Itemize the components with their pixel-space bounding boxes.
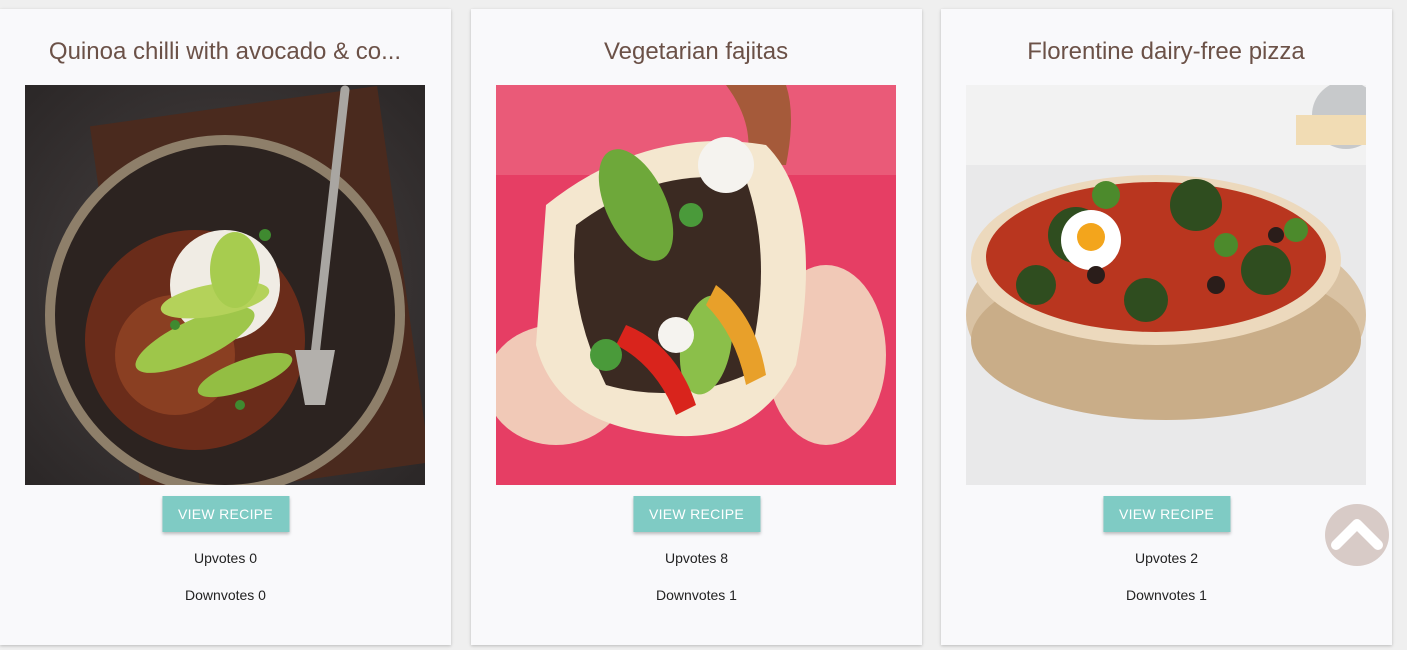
recipe-card: Quinoa chilli with avocado & co... VIEW …	[0, 9, 451, 645]
view-recipe-button[interactable]: VIEW RECIPE	[1102, 496, 1231, 532]
upvotes-count: Upvotes 8	[664, 550, 729, 566]
recipe-grid: Quinoa chilli with avocado & co... VIEW …	[0, 0, 1407, 650]
recipe-title: Vegetarian fajitas	[603, 38, 789, 65]
downvotes-count: Downvotes 1	[656, 587, 737, 603]
downvotes-count: Downvotes 1	[1126, 587, 1207, 603]
downvotes-count: Downvotes 0	[185, 587, 266, 603]
upvotes-count: Upvotes 0	[193, 550, 258, 566]
recipe-image-florentine-pizza	[966, 85, 1366, 485]
recipe-image-quinoa-chilli	[25, 85, 425, 485]
scroll-to-top-button[interactable]	[1325, 504, 1389, 566]
chevron-up-icon	[1331, 519, 1383, 550]
recipe-title: Florentine dairy-free pizza	[1027, 38, 1305, 65]
view-recipe-button[interactable]: VIEW RECIPE	[632, 496, 761, 532]
recipe-title: Quinoa chilli with avocado & co...	[48, 38, 402, 65]
view-recipe-button[interactable]: VIEW RECIPE	[161, 496, 290, 532]
recipe-card: Vegetarian fajitas VIEW RECIPE Upvotes 8…	[471, 9, 922, 645]
recipe-image-vegetarian-fajitas	[496, 85, 896, 485]
